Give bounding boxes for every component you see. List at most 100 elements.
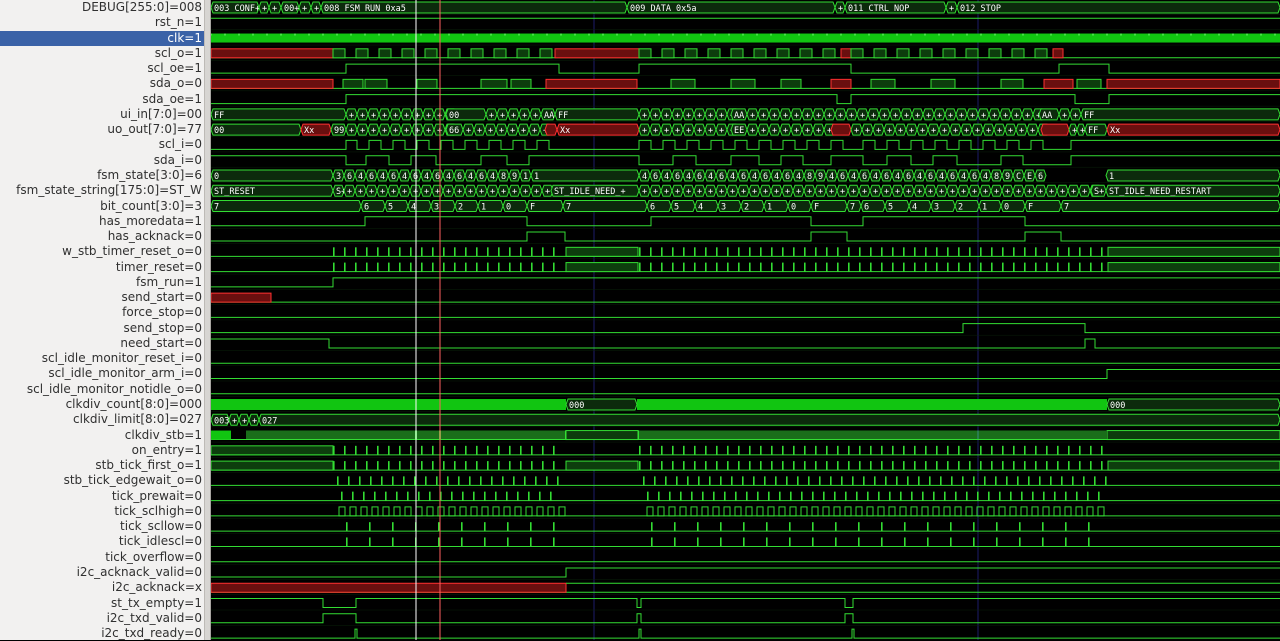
signal-row-scl-idle-monitor-notidle-o[interactable]: scl_idle_monitor_notidle_o=0 xyxy=(0,382,204,397)
sda-i-trace xyxy=(211,155,1280,166)
svg-text:+: + xyxy=(360,126,365,136)
svg-text:+: + xyxy=(818,187,823,197)
signal-row-clkdiv-limit[interactable]: clkdiv_limit[8:0]=027 xyxy=(0,412,204,427)
signal-row-bit-count[interactable]: bit_count[3:0]=3 xyxy=(0,199,204,214)
signal-row-need-start[interactable]: need_start=0 xyxy=(0,336,204,351)
svg-text:+: + xyxy=(750,111,755,121)
svg-text:+: + xyxy=(1019,126,1024,136)
svg-text:+: + xyxy=(805,126,810,136)
svg-text:4: 4 xyxy=(961,172,966,182)
i2c-txd-ready-trace xyxy=(211,628,1280,639)
svg-text:+: + xyxy=(871,111,876,121)
svg-text:+: + xyxy=(873,187,878,197)
signal-row-fsm-state-string[interactable]: fsm_state_string[175:0]=ST_W xyxy=(0,183,204,198)
signal-row-send-stop[interactable]: send_stop=0 xyxy=(0,321,204,336)
signal-row-clkdiv-count[interactable]: clkdiv_count[8:0]=000 xyxy=(0,397,204,412)
svg-text:+: + xyxy=(402,187,407,197)
svg-text:+: + xyxy=(466,126,471,136)
signal-row-uo-out[interactable]: uo_out[7:0]=77 xyxy=(0,122,204,137)
signal-row-debug[interactable]: DEBUG[255:0]=008 xyxy=(0,0,204,15)
svg-text:+: + xyxy=(898,126,903,136)
signal-row-timer-reset[interactable]: timer_reset=0 xyxy=(0,260,204,275)
svg-text:+: + xyxy=(959,111,964,121)
clkdiv-limit-bus-trace: 003 + + +027 xyxy=(211,413,1280,426)
st-tx-empty-trace xyxy=(211,598,1280,609)
pane-divider[interactable] xyxy=(204,0,211,640)
uo-out-bus-trace: 00 Xx 99 + + + + + + + + + +66 + + + + + + + + Xx + + + + + + + + + EE +… xyxy=(211,123,1280,136)
signal-row-scl-oe[interactable]: scl_oe=1 xyxy=(0,61,204,76)
signal-row-tick-prewait[interactable]: tick_prewait=0 xyxy=(0,489,204,504)
signal-row-i2c-acknack-valid[interactable]: i2c_acknack_valid=0 xyxy=(0,565,204,580)
signal-row-sda-o[interactable]: sda_o=0 xyxy=(0,76,204,91)
waveform-canvas[interactable]: 003 CONF+ + +00+ + +008 FSM RUN 0xa5 009 DATA… xyxy=(211,0,1280,640)
svg-text:+: + xyxy=(697,111,702,121)
signal-row-w-stb-timer-reset-o[interactable]: w_stb_timer_reset_o=0 xyxy=(0,244,204,259)
fsm-state-string-bus-trace: ST_RESET S+ + + + + + + + + + + + + + + + + + + + ST_IDLE_NEE… xyxy=(211,184,1280,197)
signal-row-has-moredata[interactable]: has_moredata=1 xyxy=(0,214,204,229)
svg-text:+: + xyxy=(468,187,473,197)
svg-text:4: 4 xyxy=(873,172,878,182)
svg-text:+: + xyxy=(653,111,658,121)
svg-text:6: 6 xyxy=(1038,172,1043,182)
send-stop-trace xyxy=(211,323,1280,334)
signal-row-rst-n[interactable]: rst_n=1 xyxy=(0,15,204,30)
svg-text:+: + xyxy=(909,126,914,136)
tick-scllow-trace xyxy=(211,522,1280,532)
signal-row-send-start[interactable]: send_start=0 xyxy=(0,290,204,305)
svg-text:FF: FF xyxy=(214,111,224,121)
svg-text:+: + xyxy=(349,126,354,136)
signal-row-sda-i[interactable]: sda_i=0 xyxy=(0,153,204,168)
svg-text:+: + xyxy=(983,187,988,197)
svg-text:1: 1 xyxy=(481,203,486,213)
signal-row-has-acknack[interactable]: has_acknack=0 xyxy=(0,229,204,244)
signal-row-tick-scllow[interactable]: tick_scllow=0 xyxy=(0,519,204,534)
svg-text:000: 000 xyxy=(569,401,584,411)
clkdiv-stb-trace xyxy=(211,430,1280,441)
svg-text:+: + xyxy=(937,111,942,121)
svg-text:6: 6 xyxy=(862,172,867,182)
signal-row-force-stop[interactable]: force_stop=0 xyxy=(0,305,204,320)
waveform-pane[interactable]: 003 CONF+ + +00+ + +008 FSM RUN 0xa5 009 DATA… xyxy=(211,0,1280,640)
svg-text:+: + xyxy=(653,126,658,136)
signal-row-scl-o[interactable]: scl_o=1 xyxy=(0,46,204,61)
signal-row-i2c-txd-ready[interactable]: i2c_txd_ready=0 xyxy=(0,626,204,641)
signal-row-on-entry[interactable]: on_entry=1 xyxy=(0,443,204,458)
sda-oe-trace xyxy=(211,94,1280,105)
signal-row-st-tx-empty[interactable]: st_tx_empty=1 xyxy=(0,596,204,611)
svg-text:Xx: Xx xyxy=(304,126,314,136)
stb-tick-edgewait-o-trace xyxy=(211,476,1280,486)
signal-row-tick-overflow[interactable]: tick_overflow=0 xyxy=(0,550,204,565)
signal-row-i2c-acknack[interactable]: i2c_acknack=x xyxy=(0,580,204,595)
svg-text:6: 6 xyxy=(364,203,369,213)
svg-text:8: 8 xyxy=(807,172,812,182)
signal-row-sda-oe[interactable]: sda_oe=1 xyxy=(0,92,204,107)
signal-row-stb-tick-edgewait-o[interactable]: stb_tick_edgewait_o=0 xyxy=(0,473,204,488)
svg-text:+: + xyxy=(457,187,462,197)
i2c-txd-valid-trace xyxy=(211,613,1280,624)
svg-text:+: + xyxy=(382,111,387,121)
signal-row-clk[interactable]: clk=1 xyxy=(0,30,204,46)
stb-tick-first-o-trace xyxy=(211,460,1280,471)
signal-row-tick-sclhigh[interactable]: tick_sclhigh=0 xyxy=(0,504,204,519)
svg-text:6: 6 xyxy=(741,172,746,182)
signal-row-i2c-txd-valid[interactable]: i2c_txd_valid=0 xyxy=(0,611,204,626)
signal-row-clkdiv-stb[interactable]: clkdiv_stb=1 xyxy=(0,428,204,443)
svg-text:6: 6 xyxy=(457,172,462,182)
svg-text:+: + xyxy=(488,126,493,136)
signal-row-scl-idle-monitor-reset-i[interactable]: scl_idle_monitor_reset_i=0 xyxy=(0,351,204,366)
svg-text:6: 6 xyxy=(785,172,790,182)
scl-oe-trace xyxy=(211,63,1280,74)
svg-text:+: + xyxy=(522,111,527,121)
signal-row-ui-in[interactable]: ui_in[7:0]=00 xyxy=(0,107,204,122)
signal-row-scl-i[interactable]: scl_i=0 xyxy=(0,137,204,152)
signal-row-fsm-run[interactable]: fsm_run=1 xyxy=(0,275,204,290)
svg-text:+: + xyxy=(393,126,398,136)
signal-row-tick-idlescl[interactable]: tick_idlescl=0 xyxy=(0,534,204,549)
svg-text:6: 6 xyxy=(347,172,352,182)
signal-row-stb-tick-first-o[interactable]: stb_tick_first_o=1 xyxy=(0,458,204,473)
signal-row-scl-idle-monitor-arm-i[interactable]: scl_idle_monitor_arm_i=0 xyxy=(0,366,204,381)
signal-row-fsm-state[interactable]: fsm_state[3:0]=6 xyxy=(0,168,204,183)
svg-text:4: 4 xyxy=(642,172,647,182)
svg-text:+: + xyxy=(719,126,724,136)
svg-text:+: + xyxy=(521,126,526,136)
